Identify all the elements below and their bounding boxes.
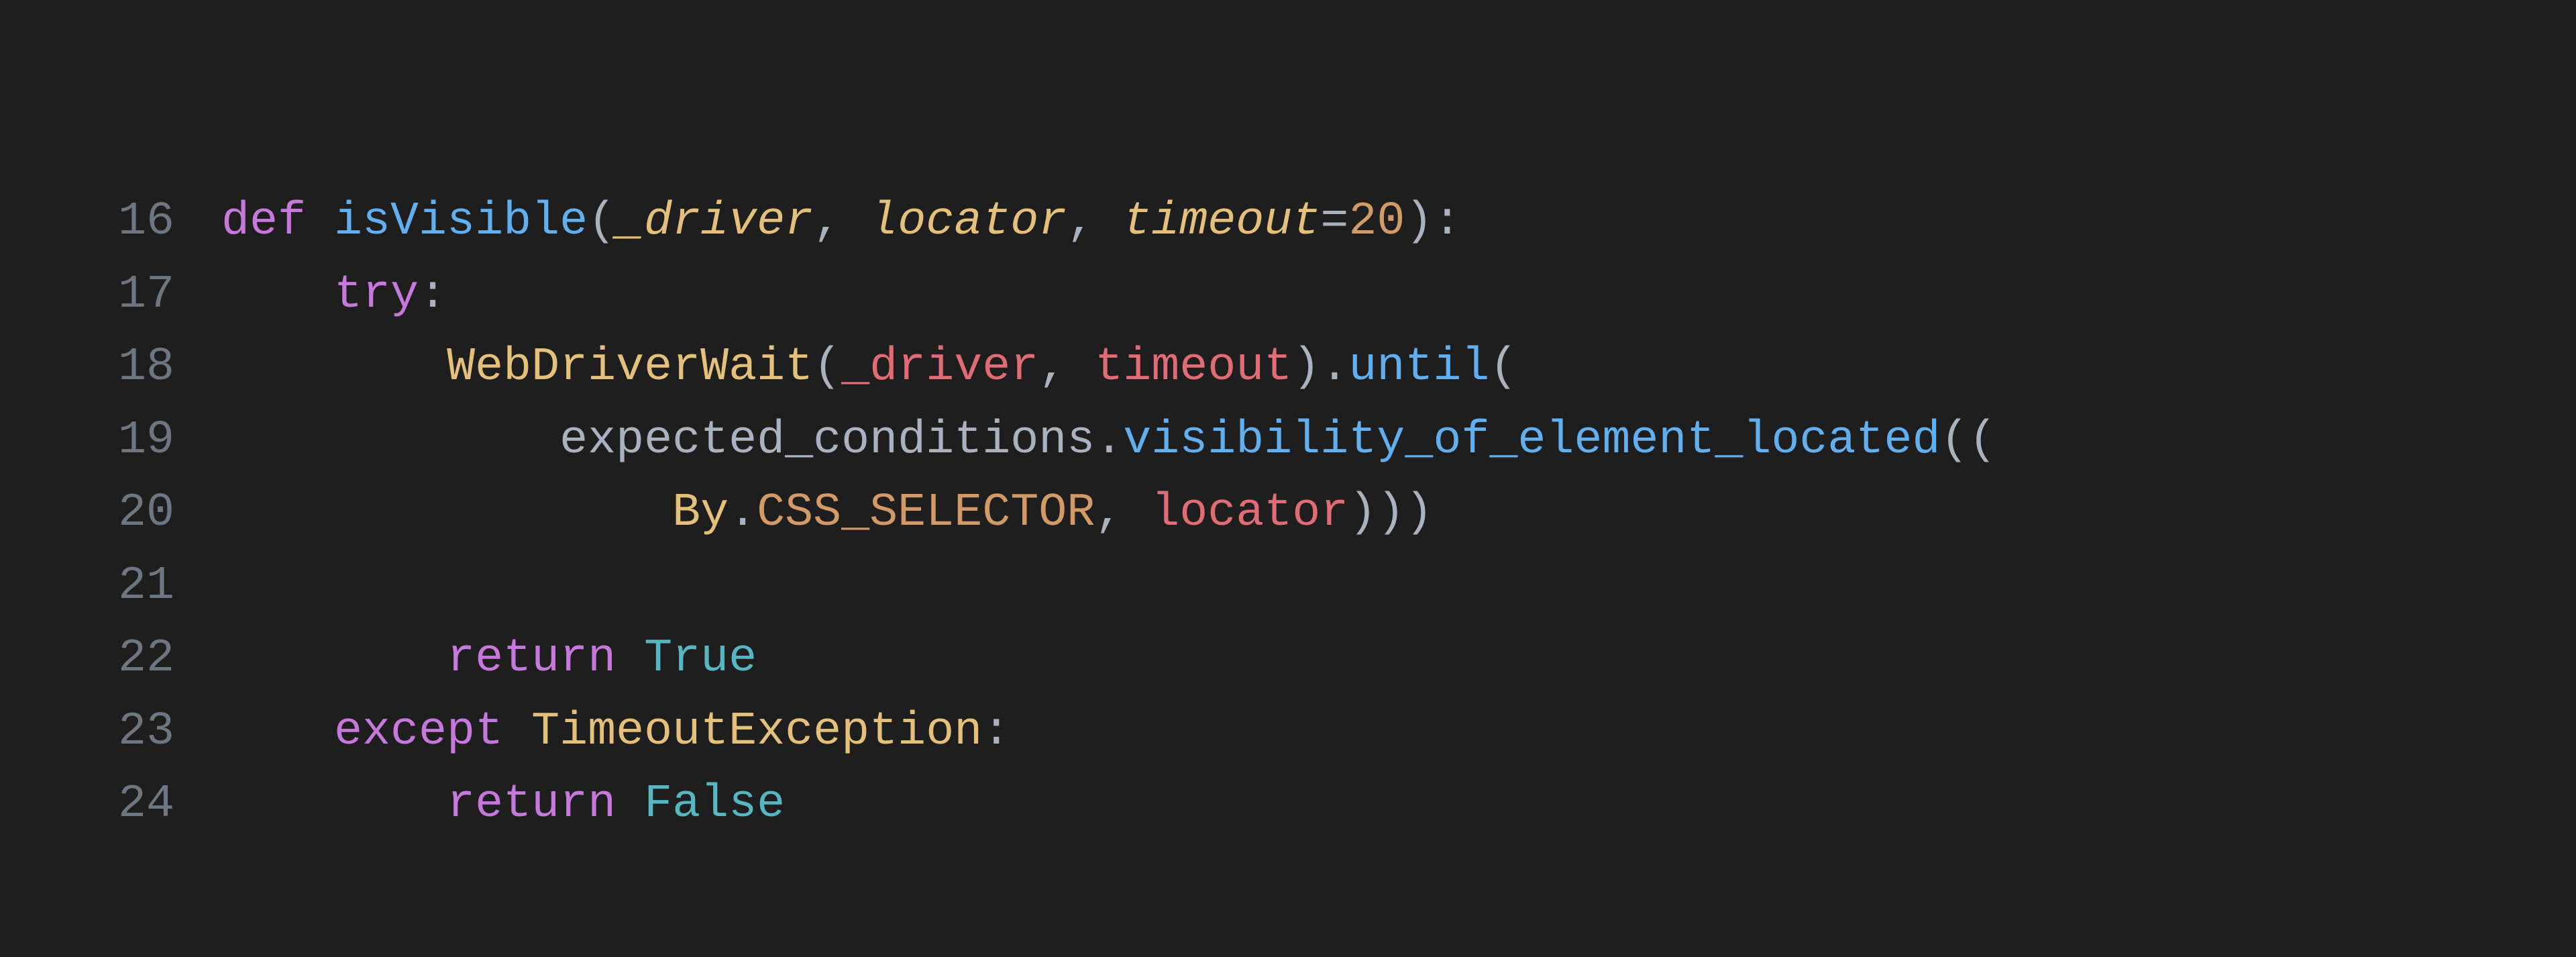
code-line[interactable]: 19 expected_conditions.visibility_of_ele…	[0, 405, 2576, 478]
token-punct: (	[588, 195, 616, 248]
line-number: 24	[0, 768, 221, 842]
code-content[interactable]: return True	[221, 623, 2576, 696]
code-line[interactable]: 23 except TimeoutException:	[0, 696, 2576, 769]
token-punct: ,	[1095, 487, 1151, 540]
line-number: 21	[0, 550, 221, 623]
token-punct: )))	[1348, 487, 1433, 540]
token-param: _driver	[616, 195, 813, 248]
token-punct: :	[982, 705, 1010, 758]
token-bool: False	[644, 778, 785, 831]
token-punct: ((	[1940, 414, 1996, 467]
indent	[221, 632, 447, 685]
token-fn: isVisible	[334, 195, 588, 248]
code-line[interactable]: 24 return False	[0, 768, 2576, 842]
token-kw: return	[447, 632, 644, 685]
token-punct: .	[729, 487, 757, 540]
indent	[221, 705, 334, 758]
token-kw: try	[334, 268, 419, 321]
token-param: timeout	[1123, 195, 1320, 248]
code-content[interactable]: expected_conditions.visibility_of_elemen…	[221, 405, 2576, 478]
line-number: 23	[0, 696, 221, 769]
code-editor[interactable]: 16def isVisible(_driver, locator, timeou…	[0, 0, 2576, 842]
line-number: 22	[0, 623, 221, 696]
indent	[221, 487, 672, 540]
token-num: 20	[1348, 195, 1405, 248]
token-var: expected_conditions	[559, 414, 1095, 467]
line-number: 18	[0, 332, 221, 405]
token-punct: (	[813, 341, 841, 394]
code-line[interactable]: 16def isVisible(_driver, locator, timeou…	[0, 186, 2576, 259]
token-punct: ,	[813, 195, 869, 248]
token-kw: return	[447, 778, 644, 831]
token-punct: ).	[1292, 341, 1348, 394]
token-cls: TimeoutException	[531, 705, 982, 758]
code-line[interactable]: 20 By.CSS_SELECTOR, locator)))	[0, 477, 2576, 550]
line-number: 16	[0, 186, 221, 259]
token-punct: (	[1489, 341, 1517, 394]
token-cls: WebDriverWait	[447, 341, 813, 394]
code-line[interactable]: 17 try:	[0, 259, 2576, 332]
token-punct: ):	[1405, 195, 1461, 248]
code-line[interactable]: 22 return True	[0, 623, 2576, 696]
token-kw: except	[334, 705, 531, 758]
code-content[interactable]: try:	[221, 259, 2576, 332]
token-fn: until	[1348, 341, 1489, 394]
token-paramref: _driver	[841, 341, 1038, 394]
token-fn: visibility_of_element_located	[1123, 414, 1940, 467]
code-content[interactable]: WebDriverWait(_driver, timeout).until(	[221, 332, 2576, 405]
token-paramref: locator	[1151, 487, 1348, 540]
token-param: locator	[869, 195, 1067, 248]
token-punct: .	[1095, 414, 1123, 467]
token-op: =	[1320, 195, 1348, 248]
token-punct: ,	[1038, 341, 1095, 394]
token-bool: True	[644, 632, 757, 685]
token-paramref: timeout	[1095, 341, 1292, 394]
token-punct: ,	[1067, 195, 1123, 248]
code-content[interactable]: def isVisible(_driver, locator, timeout=…	[221, 186, 2576, 259]
token-attr: CSS_SELECTOR	[757, 487, 1095, 540]
code-line[interactable]: 21	[0, 550, 2576, 623]
line-number: 20	[0, 477, 221, 550]
indent	[221, 341, 447, 394]
indent	[221, 268, 334, 321]
line-number: 17	[0, 259, 221, 332]
token-kw: def	[221, 195, 334, 248]
token-cls: By	[672, 487, 729, 540]
indent	[221, 778, 447, 831]
code-line[interactable]: 18 WebDriverWait(_driver, timeout).until…	[0, 332, 2576, 405]
code-content[interactable]: By.CSS_SELECTOR, locator)))	[221, 477, 2576, 550]
line-number: 19	[0, 405, 221, 478]
code-content[interactable]: except TimeoutException:	[221, 696, 2576, 769]
indent	[221, 414, 559, 467]
token-punct: :	[419, 268, 447, 321]
code-content[interactable]: return False	[221, 768, 2576, 842]
